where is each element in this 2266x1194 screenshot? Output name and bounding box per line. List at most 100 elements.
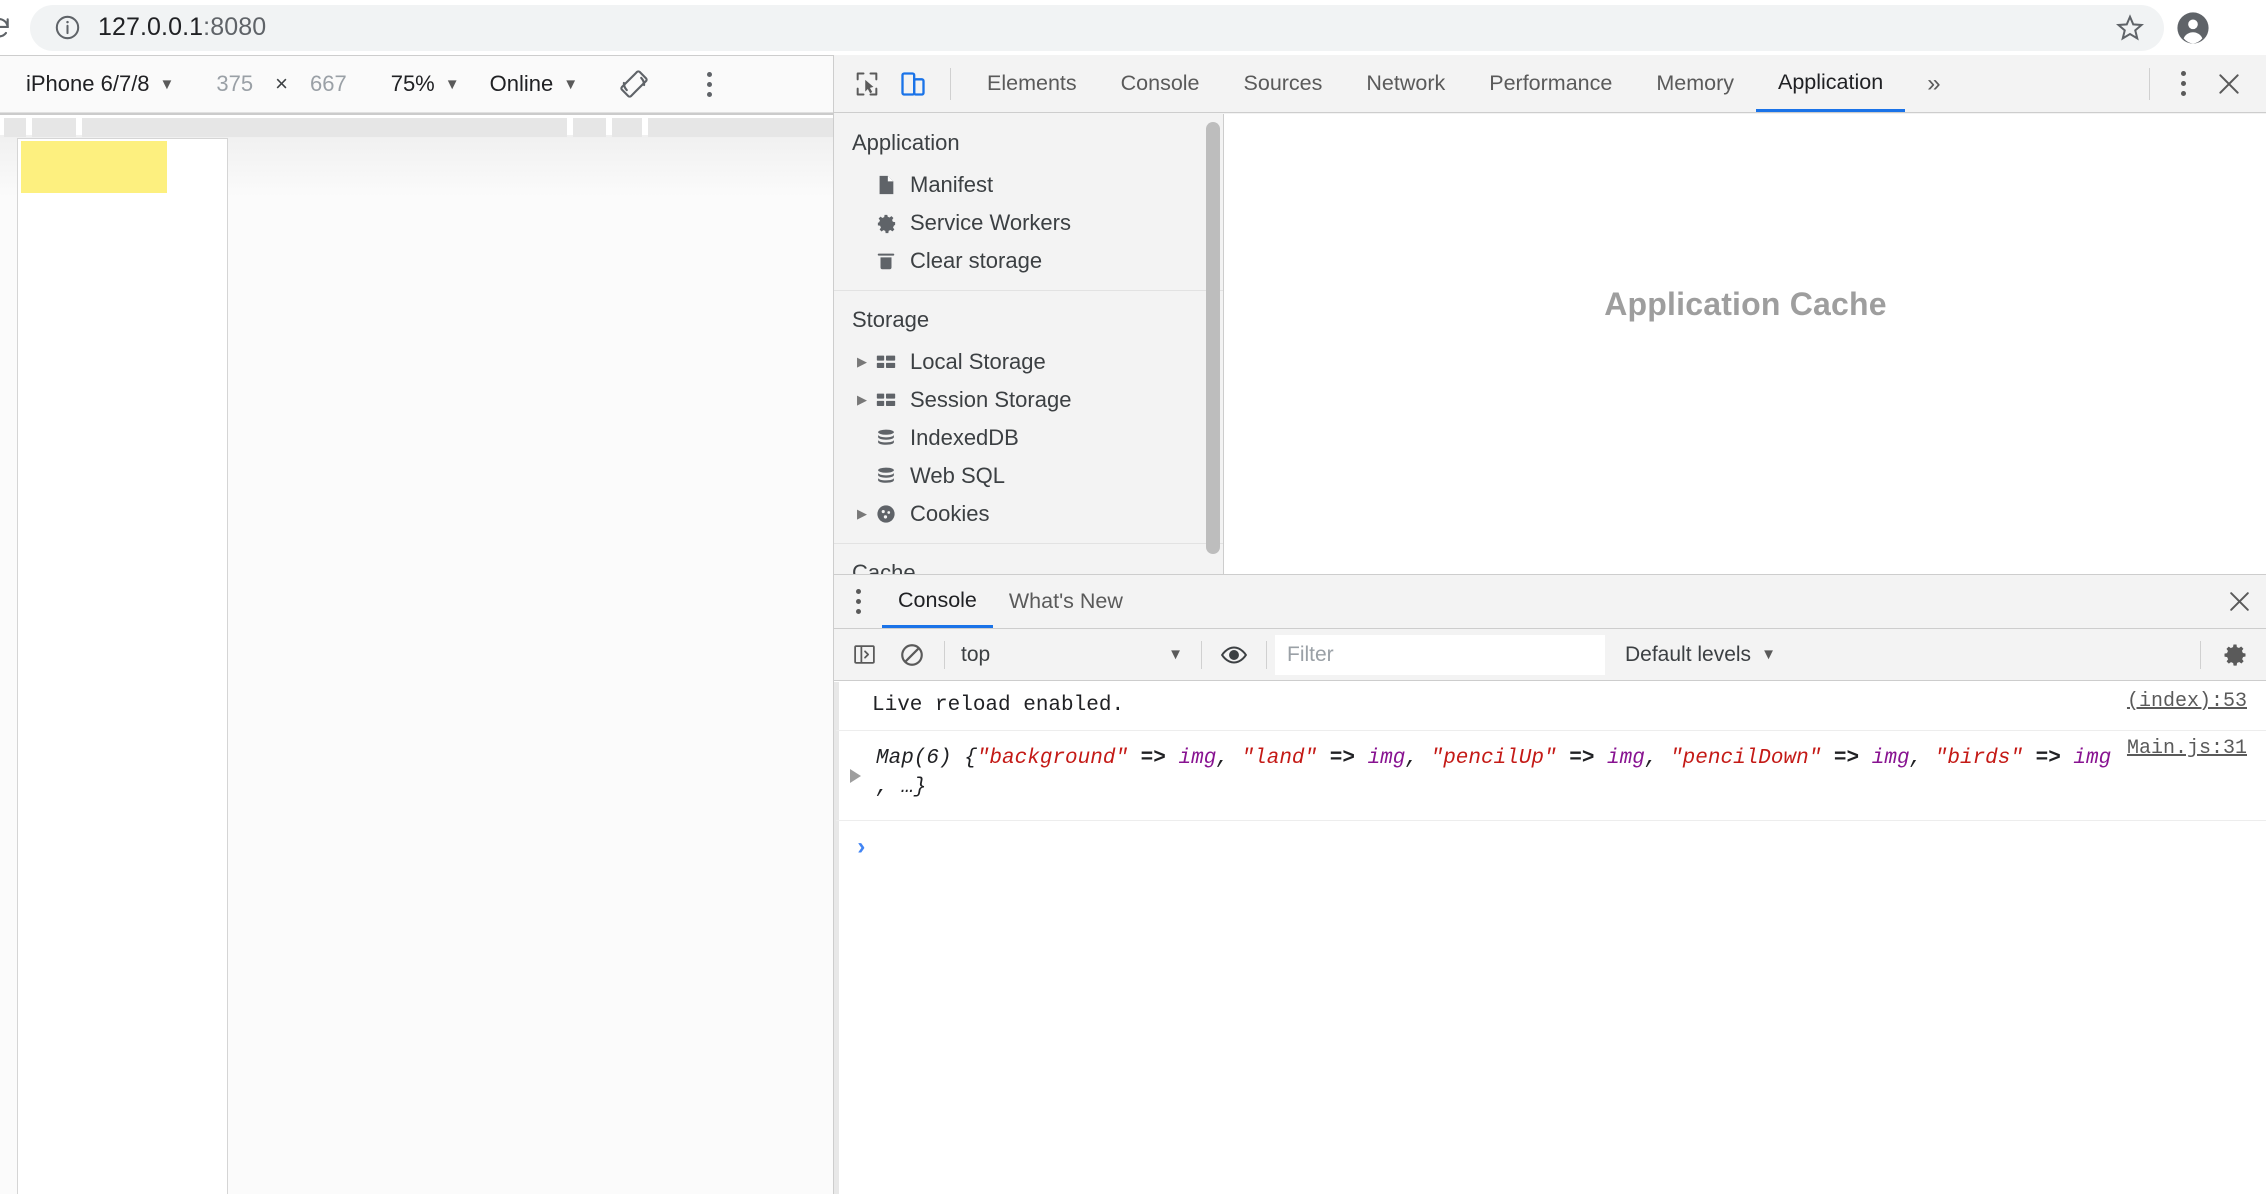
expand-arrow-icon[interactable]: ▶ (852, 354, 872, 370)
console-context-label: top (961, 642, 991, 666)
console-message-row[interactable]: Live reload enabled. (index):53 (836, 682, 2266, 732)
sidebar-item-session-storage[interactable]: ▶ Session Storage (834, 381, 1223, 419)
tab-network[interactable]: Network (1344, 55, 1467, 112)
table-grid-icon (872, 351, 900, 373)
more-tabs-icon[interactable]: » (1905, 55, 1962, 112)
sidebar-group-title: Storage (852, 307, 930, 332)
table-grid-icon (872, 389, 900, 411)
device-width-input[interactable]: 375 (216, 71, 253, 97)
toolbar-divider (944, 640, 945, 669)
toolbar-divider (950, 67, 951, 100)
expand-arrow-icon[interactable]: ▶ (852, 506, 872, 522)
zoom-selector[interactable]: 75% ▼ (391, 71, 460, 97)
bookmark-star-icon[interactable] (2110, 13, 2150, 43)
drawer-tab-console[interactable]: Console (882, 575, 993, 628)
console-context-selector[interactable]: top ▼ (953, 635, 1193, 675)
zoom-label: 75% (390, 71, 435, 96)
toolbar-divider (1201, 640, 1202, 669)
console-sidebar-icon[interactable] (840, 635, 888, 675)
console-filter-input[interactable] (1275, 634, 1605, 675)
toolbar-divider (2200, 640, 2201, 669)
sidebar-item-cookies[interactable]: ▶ Cookies (834, 495, 1223, 533)
console-toolbar: top ▼ Default levels ▼ (834, 629, 2266, 681)
console-message-source[interactable]: (index):53 (2127, 690, 2247, 713)
chevron-down-icon: ▼ (1168, 646, 1183, 663)
toolbar-divider (2149, 67, 2150, 100)
chevron-down-icon: ▼ (444, 75, 460, 93)
expand-arrow-icon[interactable]: ▶ (852, 392, 872, 408)
tab-elements[interactable]: Elements (965, 55, 1099, 112)
inspect-element-icon[interactable] (844, 61, 890, 107)
sidebar-item-label: Cookies (910, 501, 990, 526)
toggle-device-toolbar-icon[interactable] (890, 61, 936, 107)
device-height-input[interactable]: 667 (310, 71, 347, 97)
sidebar-item-label: Manifest (910, 172, 994, 197)
console-level-selector[interactable]: Default levels ▼ (1625, 643, 1776, 667)
profile-avatar-icon[interactable] (2170, 5, 2216, 51)
console-settings-icon[interactable] (2209, 635, 2261, 675)
application-cache-view: Application Cache (1224, 114, 2266, 574)
tab-sources[interactable]: Sources (1222, 55, 1345, 112)
throttling-selector[interactable]: Online ▼ (490, 71, 578, 97)
browser-toolbar: 127.0.0.1:8080 (0, 0, 2266, 55)
console-drawer: Console What's New top ▼ Filter Default … (834, 574, 2266, 1194)
console-message-row[interactable]: Map(6) {"background" => img, "land" => i… (836, 731, 2266, 822)
console-level-label: Default levels (1625, 642, 1752, 666)
live-expression-icon[interactable] (1210, 635, 1258, 675)
console-prompt-caret: › (854, 835, 869, 863)
devtools-menu-icon[interactable] (2160, 61, 2206, 107)
close-drawer-icon[interactable] (2211, 575, 2266, 629)
tab-performance[interactable]: Performance (1467, 55, 1634, 112)
sidebar-scrollbar[interactable] (1206, 122, 1220, 554)
application-sidebar[interactable]: Application ▶ Manifest ▶ (834, 114, 1224, 574)
database-icon (872, 427, 900, 449)
throttling-label: Online (489, 71, 554, 96)
yellow-content-block (21, 141, 167, 193)
browser-menu-icon[interactable] (2220, 5, 2256, 51)
browser-window: 127.0.0.1:8080 iPhone 6/7/8 ▼ 375 × 667 … (0, 0, 2266, 1194)
info-circle-icon[interactable] (52, 13, 82, 43)
tab-application[interactable]: Application (1756, 55, 1906, 112)
viewport-ruler[interactable] (0, 113, 833, 137)
chevron-down-icon: ▼ (563, 75, 579, 93)
close-devtools-icon[interactable] (2206, 61, 2252, 107)
sidebar-item-manifest[interactable]: ▶ Manifest (834, 166, 1223, 204)
console-toolbar-right (2192, 635, 2261, 675)
drawer-tab-whats-new[interactable]: What's New (993, 575, 1139, 628)
sidebar-item-indexeddb[interactable]: ▶ IndexedDB (834, 419, 1223, 457)
dimension-separator: × (275, 71, 288, 96)
application-cache-empty-title: Application Cache (1604, 285, 1887, 322)
sidebar-item-clear-storage[interactable]: ▶ Clear storage (834, 242, 1223, 280)
sidebar-item-service-workers[interactable]: ▶ Service Workers (834, 204, 1223, 242)
emulated-page[interactable] (17, 138, 228, 1194)
clear-console-icon[interactable] (888, 635, 936, 675)
device-options-icon[interactable] (694, 69, 724, 99)
trash-icon (872, 250, 900, 272)
sidebar-group-title: Application (852, 130, 960, 155)
sidebar-group-cache: Cache ▶ Cache Storage ▶ (834, 544, 1223, 574)
database-icon (872, 465, 900, 487)
expand-arrow-icon[interactable] (850, 768, 861, 783)
drawer-tabbar: Console What's New (834, 575, 2266, 629)
devtools-tabbar: Elements Console Sources Network Perform… (834, 55, 2266, 113)
rotate-device-icon[interactable] (618, 68, 650, 100)
sidebar-group-title: Cache (852, 560, 916, 574)
tab-memory[interactable]: Memory (1634, 55, 1756, 112)
sidebar-item-local-storage[interactable]: ▶ Local Storage (834, 343, 1223, 381)
device-selector[interactable]: iPhone 6/7/8 ▼ (26, 71, 174, 97)
console-message-source[interactable]: Main.js:31 (2127, 737, 2247, 760)
drawer-menu-icon[interactable] (834, 587, 882, 617)
console-message-text: Live reload enabled. (872, 694, 1125, 717)
cookie-icon (872, 503, 900, 525)
address-bar-url: 127.0.0.1:8080 (98, 13, 267, 41)
sidebar-item-label: Local Storage (910, 349, 1046, 374)
console-prompt[interactable]: › (836, 821, 2266, 881)
console-message-list[interactable]: Live reload enabled. (index):53 Map(6) {… (834, 682, 2266, 1194)
reload-icon[interactable] (0, 8, 12, 48)
address-bar[interactable]: 127.0.0.1:8080 (30, 4, 2164, 51)
tab-console[interactable]: Console (1099, 55, 1222, 112)
chevron-down-icon: ▼ (159, 75, 175, 93)
sidebar-item-label: Session Storage (910, 387, 1072, 412)
sidebar-item-web-sql[interactable]: ▶ Web SQL (834, 457, 1223, 495)
sidebar-group-application: Application ▶ Manifest ▶ (834, 114, 1223, 291)
